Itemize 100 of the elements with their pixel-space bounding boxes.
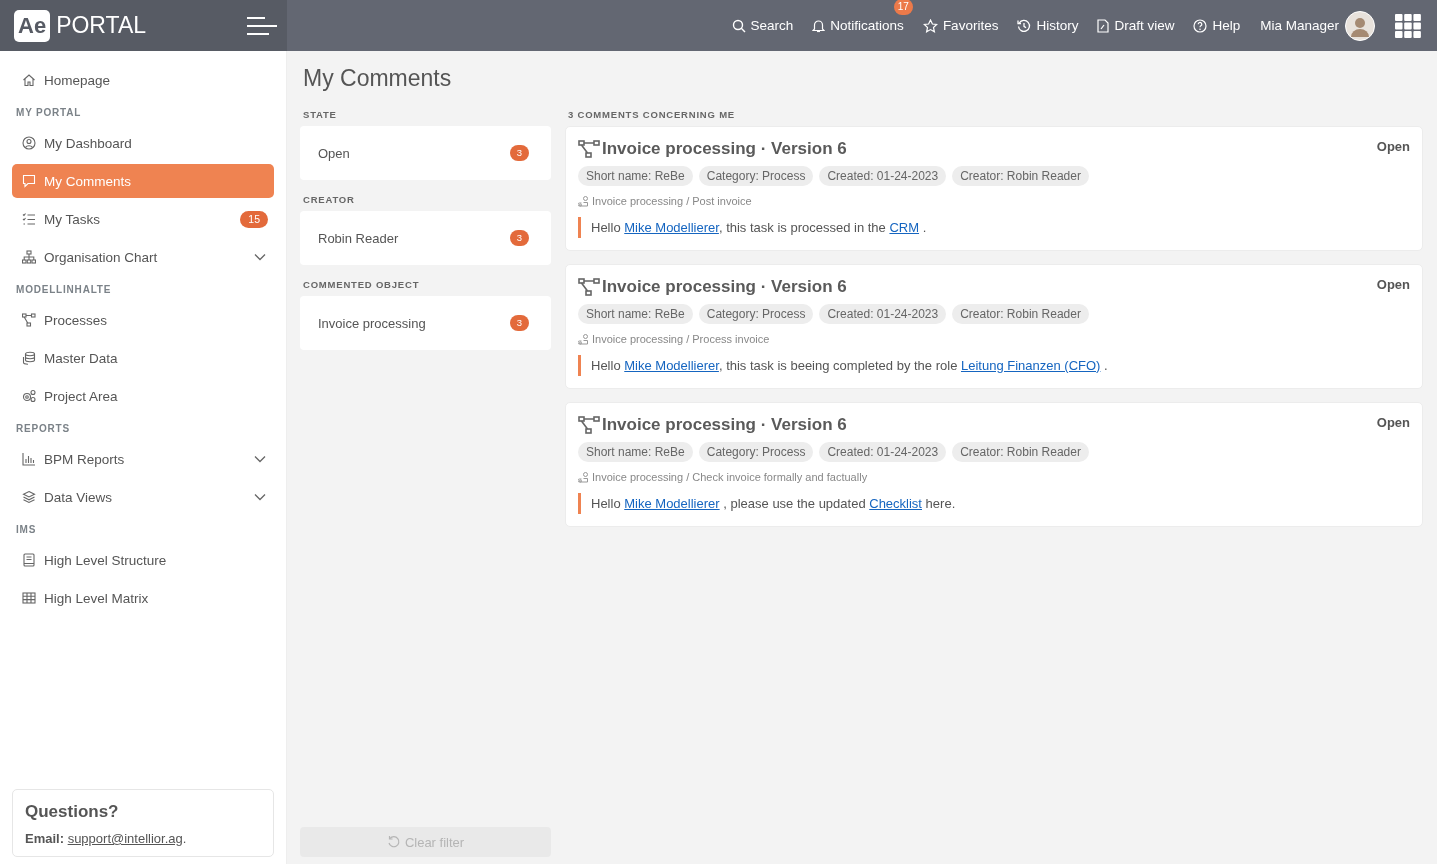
tag: Category: Process (698, 442, 814, 462)
message-link[interactable]: Checklist (869, 496, 922, 511)
checklist-icon (22, 212, 36, 226)
tag: Short name: ReBe (578, 166, 693, 186)
help-icon (1193, 18, 1208, 33)
filter-count: 3 (509, 230, 529, 246)
message-link[interactable]: Leitung Finanzen (CFO) (961, 358, 1101, 373)
avatar-icon[interactable] (1345, 10, 1375, 41)
tag: Short name: ReBe (578, 304, 693, 324)
sidebar-item[interactable]: My Tasks 15 (12, 202, 274, 236)
help-title: Questions? (25, 802, 120, 822)
filter-heading: COMMENTED OBJECT (302, 279, 421, 292)
message-link[interactable]: Mike Modellierer (624, 496, 720, 511)
process-icon (22, 313, 36, 327)
tag: Created: 01-24-2023 (819, 442, 947, 462)
message-link[interactable]: CRM (889, 220, 920, 235)
tag: Creator: Robin Reader (952, 166, 1089, 186)
filter-heading: CREATOR (302, 194, 356, 207)
tag: Short name: ReBe (578, 442, 693, 462)
comment-message: Hello Mike Modellierer, this task is processed in the CRM . (578, 217, 1410, 238)
tag: Created: 01-24-2023 (819, 304, 947, 324)
sidebar-item[interactable]: Homepage (12, 63, 274, 97)
breadcrumb-path: Invoice processing / Check invoice formally and factually (592, 471, 868, 483)
section-heading: MODELLINHALTE (15, 283, 113, 297)
section-heading: IMS (15, 523, 38, 537)
tag: Creator: Robin Reader (952, 304, 1089, 324)
home-icon (22, 73, 36, 87)
sidebar-item[interactable]: Project Area (12, 379, 274, 413)
message-link[interactable]: Mike Modellierer (624, 220, 719, 235)
section-heading: REPORTS (15, 422, 71, 436)
sidebar-item[interactable]: Organisation Chart (12, 240, 274, 274)
path-icon (578, 195, 589, 207)
user-circle-icon (22, 136, 36, 150)
process-icon (578, 140, 600, 158)
speech-bubble-icon (22, 174, 36, 188)
menu-icon[interactable] (247, 16, 277, 35)
book-icon (22, 553, 36, 567)
sidebar-item[interactable]: Master Data (12, 341, 274, 375)
comment-title[interactable]: Invoice processing · Version 6 (602, 139, 1375, 159)
sidebar-item[interactable]: My Dashboard (12, 126, 274, 160)
comment-status: Open (1376, 139, 1410, 154)
bell-icon (812, 18, 826, 33)
comment-message: Hello Mike Modellierer , please use the updated Checklist here. (578, 493, 1410, 514)
app-grid-icon[interactable] (1395, 13, 1421, 38)
sidebar-item[interactable]: High Level Structure (12, 543, 274, 577)
bar-chart-icon (22, 452, 36, 466)
tag: Creator: Robin Reader (952, 442, 1089, 462)
nav-link[interactable]: Draft view (1097, 18, 1175, 33)
comment-title[interactable]: Invoice processing · Version 6 (602, 415, 1375, 435)
filter-item[interactable]: Invoice processing 3 (300, 296, 551, 350)
sidebar-item[interactable]: Data Views (12, 480, 274, 514)
nav-link[interactable]: Help (1193, 18, 1241, 33)
process-icon (578, 416, 600, 434)
logo-mark: Ae (14, 9, 51, 42)
user-name[interactable]: Mia Manager (1260, 18, 1339, 33)
path-icon (578, 333, 589, 345)
tag: Category: Process (698, 304, 814, 324)
history-icon (1017, 18, 1032, 33)
comment-status: Open (1376, 415, 1410, 430)
chevron-down-icon[interactable] (254, 493, 266, 501)
nav-link[interactable]: History (1017, 18, 1079, 33)
notification-count: 17 (893, 0, 913, 15)
contact-line: Email: support@intellior.ag. (25, 831, 188, 846)
breadcrumb-path: Invoice processing / Post invoice (592, 195, 752, 207)
layers-icon (22, 490, 36, 504)
comment-message: Hello Mike Modellierer, this task is beeing completed by the role Leitung Finanzen (CFO) . (578, 355, 1410, 376)
task-count: 15 (240, 210, 268, 228)
section-heading: MY PORTAL (15, 106, 83, 120)
sidebar-item[interactable]: BPM Reports (12, 442, 274, 476)
message-link[interactable]: Mike Modellierer (624, 358, 719, 373)
filter-count: 3 (509, 315, 529, 331)
breadcrumb-path: Invoice processing / Process invoice (592, 333, 770, 345)
page-title: My Comments (303, 65, 453, 92)
chevron-down-icon[interactable] (254, 253, 266, 261)
gears-icon (22, 389, 36, 403)
filter-item[interactable]: Open 3 (300, 126, 551, 180)
logo-text: PORTAL (56, 12, 148, 39)
comment-status: Open (1376, 277, 1410, 292)
tag: Created: 01-24-2023 (819, 166, 947, 186)
nav-link[interactable]: Search (731, 18, 794, 33)
search-icon (731, 18, 746, 33)
reset-icon (386, 835, 401, 849)
comment-title[interactable]: Invoice processing · Version 6 (602, 277, 1375, 297)
filter-count: 3 (509, 145, 529, 161)
comments-heading: 3 COMMENTS CONCERNING ME (567, 109, 736, 122)
filter-item[interactable]: Robin Reader 3 (300, 211, 551, 265)
filter-heading: STATE (302, 109, 338, 122)
email-link[interactable]: support@intellior.ag (67, 831, 183, 846)
star-icon (922, 18, 938, 33)
sidebar-item[interactable]: High Level Matrix (12, 581, 274, 615)
hierarchy-icon (22, 250, 36, 264)
tag: Category: Process (698, 166, 814, 186)
nav-link[interactable]: Favorites (922, 18, 999, 33)
chevron-down-icon[interactable] (254, 455, 266, 463)
sidebar-item[interactable]: Processes (12, 303, 274, 337)
database-icon (22, 351, 36, 365)
path-icon (578, 471, 589, 483)
process-icon (578, 278, 600, 296)
document-icon (1097, 18, 1110, 33)
table-icon (22, 591, 36, 605)
